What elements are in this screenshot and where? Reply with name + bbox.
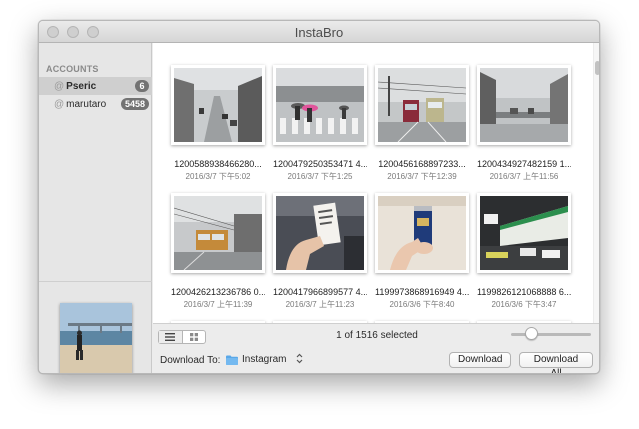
sidebar: ACCOUNTS @ Pseric 6 @ marutaro 5458	[39, 43, 152, 373]
scrollbar-thumb[interactable]	[595, 61, 599, 75]
download-to-label: Download To:	[160, 355, 221, 366]
selected-photo-preview	[60, 303, 132, 373]
window-title: InstaBro	[294, 25, 344, 40]
photo-grid[interactable]: 1200588938466280... 2016/3/7 下午5:02 1200…	[153, 43, 593, 323]
slider-knob[interactable]	[525, 327, 538, 340]
photo-date: 2016/3/6 下午3:47	[491, 300, 557, 309]
photo-id: 1200588938466280...	[174, 159, 262, 169]
account-name: Pseric	[66, 80, 97, 92]
photo-thumbnail[interactable]	[375, 193, 469, 273]
photo-thumbnail[interactable]	[171, 65, 265, 145]
photo-id: 1200417966899577 4...	[273, 287, 367, 297]
photo-date: 2016/3/6 下午8:40	[389, 300, 455, 309]
grid-scrollbar[interactable]	[593, 43, 599, 323]
download-folder-name: Instagram	[242, 354, 287, 365]
thumbnail-size-slider[interactable]	[511, 333, 591, 336]
photo-id: 1199826121068888 6...	[477, 287, 571, 297]
photo-id: 1200479250353471 4...	[273, 159, 367, 169]
photo-thumbnail[interactable]	[477, 193, 571, 273]
photo-date: 2016/3/7 上午11:23	[285, 300, 355, 309]
folder-stepper-icon[interactable]	[296, 353, 303, 364]
photo-date: 2016/3/7 下午5:02	[185, 172, 251, 181]
bottom-toolbar: 1 of 1516 selected Download To: Instagra…	[153, 323, 599, 373]
photo-thumbnail[interactable]	[273, 193, 367, 273]
sidebar-divider	[39, 281, 152, 282]
account-item-pseric[interactable]: @ Pseric 6	[39, 77, 152, 95]
desktop: InstaBro ACCOUNTS @ Pseric 6 @ marutaro …	[0, 0, 639, 429]
photo-id: 1200426213236786 0...	[171, 287, 265, 297]
at-symbol: @	[54, 98, 65, 110]
download-all-button[interactable]: Download All	[519, 352, 593, 373]
account-name: marutaro	[66, 98, 107, 110]
photo-thumbnail[interactable]	[171, 193, 265, 273]
photo-id: 1200456168897233...	[378, 159, 466, 169]
photo-grid-area: 1200588938466280... 2016/3/7 下午5:02 1200…	[153, 43, 599, 323]
photo-count-badge: 6	[135, 80, 149, 92]
photo-thumbnail[interactable]	[375, 65, 469, 145]
account-item-marutaro[interactable]: @ marutaro 5458	[39, 95, 152, 113]
photo-thumbnail[interactable]	[273, 65, 367, 145]
at-symbol: @	[54, 80, 65, 92]
photo-date: 2016/3/7 上午11:39	[183, 300, 253, 309]
photo-date: 2016/3/7 下午12:39	[387, 172, 457, 181]
photo-date: 2016/3/7 下午1:25	[287, 172, 353, 181]
download-folder-selector[interactable]: Instagram	[226, 354, 286, 365]
app-window: InstaBro ACCOUNTS @ Pseric 6 @ marutaro …	[38, 20, 600, 374]
photo-thumbnail[interactable]	[477, 65, 571, 145]
photo-count-badge: 5458	[120, 98, 149, 110]
accounts-header: ACCOUNTS	[46, 64, 99, 74]
photo-id: 1199973868916949 4...	[375, 287, 469, 297]
download-button[interactable]: Download	[449, 352, 511, 368]
title-bar[interactable]: InstaBro	[39, 21, 599, 43]
photo-id: 1200434927482159 1...	[477, 159, 571, 169]
photo-date: 2016/3/7 上午11:56	[489, 172, 559, 181]
folder-icon	[226, 355, 238, 365]
